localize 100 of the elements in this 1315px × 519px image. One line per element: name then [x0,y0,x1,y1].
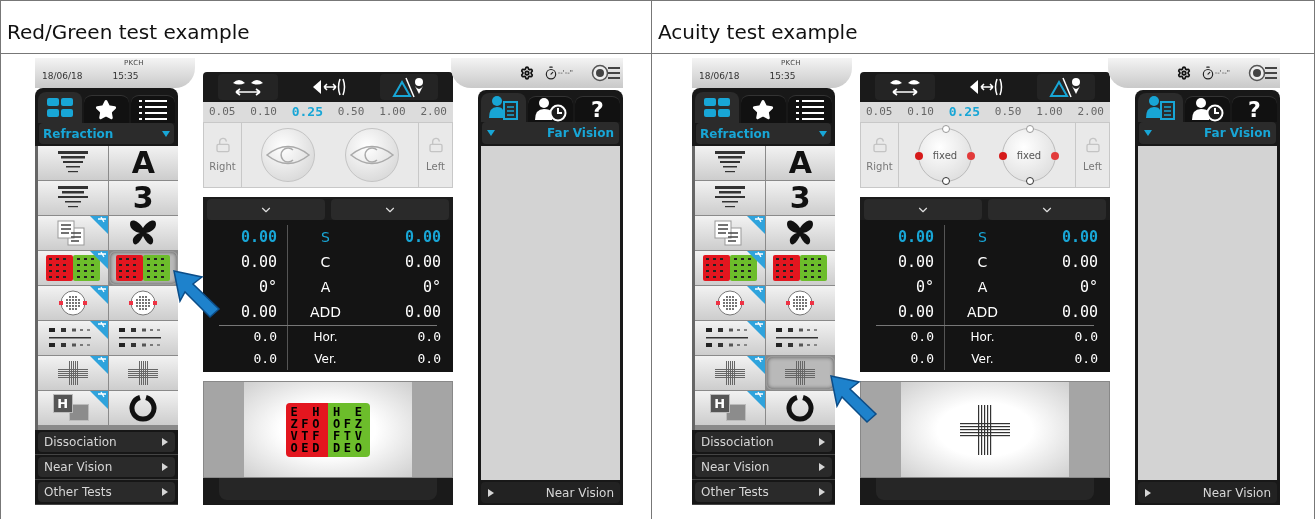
test-tile[interactable] [38,146,108,180]
near-far-button[interactable] [380,74,439,100]
test-tile[interactable] [765,356,835,390]
acuity-value[interactable]: 0.05 [866,103,893,121]
left-prism-value: 0.0 [416,350,442,369]
test-tile[interactable] [108,216,178,250]
acuity-value[interactable]: 0.50 [337,103,365,121]
info-tab[interactable]: ? [575,96,620,122]
test-tile[interactable]: H [38,391,108,425]
test-tile[interactable]: A [765,146,835,180]
vision-dropdown[interactable]: Far Vision [482,122,619,144]
test-tile[interactable] [108,391,178,425]
star-icon [752,98,775,121]
right-lock-button[interactable]: Right [204,123,242,187]
lock-icon [1084,136,1101,153]
test-tile[interactable] [38,181,108,215]
menu-button[interactable]: Other Tests [695,482,832,502]
acuity-value[interactable]: 1.00 [1036,103,1063,121]
info-tab[interactable] [1138,93,1183,122]
test-tile[interactable] [765,216,835,250]
test-tile[interactable] [38,216,108,250]
test-tile[interactable] [108,356,178,390]
left-lock-button[interactable]: Left [1075,123,1109,187]
category-tab[interactable] [84,95,129,123]
chart-row: OED [290,441,323,454]
dropdown-arrow-icon [162,129,170,138]
test-tile[interactable] [695,181,765,215]
binocular-button[interactable] [217,74,278,100]
info-tab[interactable] [528,96,573,122]
acuity-value[interactable]: 0.05 [209,103,236,121]
grid-icon [704,97,731,118]
fixation-target[interactable]: fixed [1002,128,1056,182]
fixation-target[interactable]: fixed [918,128,972,182]
test-tile[interactable] [765,251,835,285]
cross-lines-target [959,403,1011,456]
binocular-button[interactable] [874,74,935,100]
test-tile[interactable] [695,146,765,180]
category-tab[interactable] [787,95,832,123]
acuity-value[interactable]: 0.50 [994,103,1022,121]
info-tab[interactable] [1185,96,1230,122]
category-tab[interactable] [38,92,83,123]
test-tile[interactable] [38,286,108,320]
near-vision-button[interactable]: Near Vision [481,482,620,503]
right-lock-button[interactable]: Right [861,123,899,187]
category-tab[interactable] [130,95,175,123]
test-tile[interactable]: 3 [108,181,178,215]
test-tile[interactable]: H [695,391,765,425]
menu-icon[interactable] [591,64,621,82]
test-tile[interactable] [38,321,108,355]
test-tile[interactable] [38,356,108,390]
acuity-value[interactable]: 2.00 [420,103,447,121]
parameter-label: C [976,253,989,272]
category-dropdown[interactable]: Refraction [696,123,831,144]
left-prism-value: 0.0 [1073,328,1099,347]
right-eye-value: 0.00 [860,250,945,275]
settings-icon[interactable] [519,66,534,80]
test-tile[interactable]: 3 [765,181,835,215]
test-tile[interactable] [695,356,765,390]
test-tile[interactable] [108,321,178,355]
acuity-value[interactable]: 0.10 [907,103,934,121]
right-prism-value: 0.0 [203,326,288,348]
acuity-value[interactable]: 2.00 [1077,103,1104,121]
settings-icon[interactable] [1176,66,1191,80]
left-lock-button[interactable]: Left [418,123,452,187]
menu-button[interactable]: Near Vision [38,457,175,477]
left-eye-value: 0.00 [1060,302,1099,324]
vision-dropdown[interactable]: Far Vision [1139,122,1276,144]
test-tile[interactable] [108,251,178,285]
menu-button[interactable]: Dissociation [38,432,175,452]
test-tile[interactable] [765,321,835,355]
info-tab[interactable]: ? [1232,96,1277,122]
category-dropdown[interactable]: Refraction [39,123,174,144]
test-tile[interactable] [38,251,108,285]
grid-icon [47,97,74,118]
test-tile[interactable] [695,216,765,250]
menu-button[interactable]: Dissociation [695,432,832,452]
letter-card: H [52,394,73,413]
time-text: 15:35 [112,70,139,83]
near-vision-button[interactable]: Near Vision [1138,482,1277,503]
test-tile[interactable] [695,251,765,285]
test-tile[interactable] [695,286,765,320]
corner-badge-icon [89,251,108,269]
acuity-value[interactable]: 0.10 [250,103,277,121]
menu-icon[interactable] [1248,64,1278,82]
dropdown-arrow-icon [487,129,495,137]
submenu-arrow-icon [818,463,826,471]
info-tab[interactable] [481,93,526,122]
near-far-button[interactable] [1037,74,1096,100]
test-tile[interactable] [765,391,835,425]
test-tile[interactable] [108,286,178,320]
test-tile[interactable]: A [108,146,178,180]
test-tile[interactable] [695,321,765,355]
test-tile[interactable] [765,286,835,320]
menu-button[interactable]: Other Tests [38,482,175,502]
category-tab[interactable] [741,95,786,123]
menu-button[interactable]: Near Vision [695,457,832,477]
chart-symbol: A [131,148,155,178]
acuity-value[interactable]: 1.00 [379,103,406,121]
eye-icon [350,144,394,166]
category-tab[interactable] [695,92,740,123]
